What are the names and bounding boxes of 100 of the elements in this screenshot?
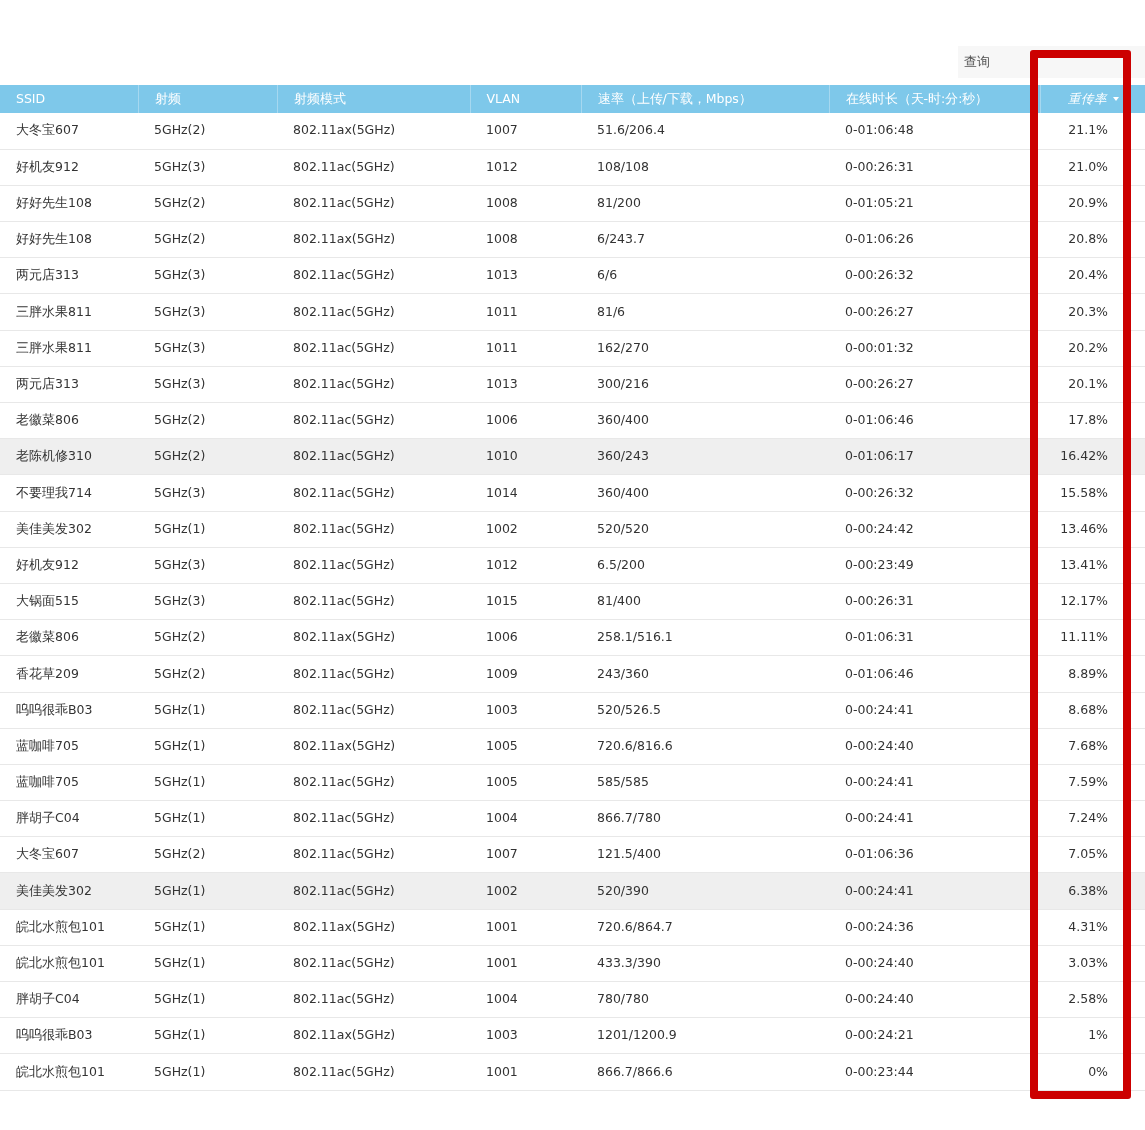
table-cell: 0-00:24:40 — [829, 728, 1040, 765]
table-cell: 老徽菜806 — [0, 402, 138, 439]
table-cell: 0-01:06:46 — [829, 655, 1040, 692]
table-cell: 皖北水煎包101 — [0, 1053, 138, 1091]
table-cell: 5GHz(1) — [138, 728, 277, 765]
column-header[interactable]: SSID — [0, 85, 138, 113]
column-header[interactable]: VLAN — [470, 85, 581, 113]
table-cell: 1006 — [470, 619, 581, 656]
table-cell: 5GHz(3) — [138, 330, 277, 367]
table-cell: 0-01:06:17 — [829, 438, 1040, 475]
table-cell: 1008 — [470, 221, 581, 258]
table-cell: 13.41% — [1040, 547, 1145, 584]
table-cell: 好好先生108 — [0, 185, 138, 222]
table-cell: 520/520 — [581, 511, 829, 548]
table-cell: 20.1% — [1040, 366, 1145, 403]
table-cell: 胖胡子C04 — [0, 800, 138, 837]
table-cell: 15.58% — [1040, 474, 1145, 512]
table-cell: 20.8% — [1040, 221, 1145, 258]
table-cell: 5GHz(1) — [138, 692, 277, 729]
table-cell: 5GHz(3) — [138, 366, 277, 403]
table-cell: 1005 — [470, 728, 581, 765]
table-cell: 360/243 — [581, 438, 829, 475]
table-cell: 520/526.5 — [581, 692, 829, 729]
table-cell: 好机友912 — [0, 149, 138, 186]
table-cell: 0-00:24:36 — [829, 909, 1040, 946]
table-cell: 6/243.7 — [581, 221, 829, 258]
table-cell: 0-00:24:40 — [829, 945, 1040, 982]
table-cell: 0-01:06:46 — [829, 402, 1040, 439]
table-cell: 大锅面515 — [0, 583, 138, 620]
table-cell: 4.31% — [1040, 909, 1145, 946]
table-cell: 1002 — [470, 511, 581, 548]
table-cell: 1001 — [470, 909, 581, 946]
table-cell: 1003 — [470, 1017, 581, 1054]
table-cell: 5GHz(3) — [138, 474, 277, 512]
table-cell: 5GHz(1) — [138, 909, 277, 946]
column-header[interactable]: 在线时长（天-时:分:秒） — [829, 85, 1040, 113]
table-cell: 0-01:06:36 — [829, 836, 1040, 873]
table-cell: 5GHz(2) — [138, 655, 277, 692]
table-cell: 0-00:26:27 — [829, 366, 1040, 403]
table-cell: 0-00:23:44 — [829, 1053, 1040, 1091]
table-cell: 1012 — [470, 149, 581, 186]
table-cell: 802.11ax(5GHz) — [277, 728, 470, 765]
column-header[interactable]: 射频模式 — [277, 85, 470, 113]
table-cell: 0-00:26:32 — [829, 474, 1040, 512]
table-cell: 802.11ac(5GHz) — [277, 800, 470, 837]
table-cell: 5GHz(3) — [138, 257, 277, 294]
table-cell: 蓝咖啡705 — [0, 728, 138, 765]
table-cell: 802.11ac(5GHz) — [277, 836, 470, 873]
table-cell: 5GHz(1) — [138, 1053, 277, 1091]
table-cell: 1013 — [470, 366, 581, 403]
table-cell: 皖北水煎包101 — [0, 909, 138, 946]
table-cell: 5GHz(2) — [138, 619, 277, 656]
table-cell: 802.11ax(5GHz) — [277, 221, 470, 258]
table-cell: 21.1% — [1040, 113, 1145, 150]
table-cell: 866.7/780 — [581, 800, 829, 837]
table-cell: 7.59% — [1040, 764, 1145, 801]
table-cell: 0-00:24:40 — [829, 981, 1040, 1018]
table-cell: 两元店313 — [0, 257, 138, 294]
table-cell: 20.4% — [1040, 257, 1145, 294]
table-cell: 802.11ac(5GHz) — [277, 511, 470, 548]
table-cell: 802.11ac(5GHz) — [277, 1053, 470, 1091]
table-cell: 1004 — [470, 800, 581, 837]
table-cell: 5GHz(3) — [138, 293, 277, 331]
table-cell: 0-00:01:32 — [829, 330, 1040, 367]
table-cell: 81/6 — [581, 293, 829, 331]
table-cell: 0-00:24:21 — [829, 1017, 1040, 1054]
table-cell: 1007 — [470, 113, 581, 150]
table-cell: 三胖水果811 — [0, 330, 138, 367]
table-cell: 8.89% — [1040, 655, 1145, 692]
table-cell: 老陈机修310 — [0, 438, 138, 475]
table-cell: 1001 — [470, 945, 581, 982]
table-cell: 802.11ac(5GHz) — [277, 655, 470, 692]
table-cell: 1% — [1040, 1017, 1145, 1054]
table-cell: 1011 — [470, 293, 581, 331]
column-header[interactable]: 速率（上传/下载，Mbps） — [581, 85, 829, 113]
table-cell: 8.68% — [1040, 692, 1145, 729]
table-cell: 243/360 — [581, 655, 829, 692]
table-cell: 呜呜很乖B03 — [0, 1017, 138, 1054]
table-cell: 802.11ac(5GHz) — [277, 293, 470, 331]
table-cell: 1201/1200.9 — [581, 1017, 829, 1054]
table-cell: 802.11ac(5GHz) — [277, 764, 470, 801]
table-cell: 802.11ac(5GHz) — [277, 945, 470, 982]
table-cell: 720.6/816.6 — [581, 728, 829, 765]
table-cell: 1005 — [470, 764, 581, 801]
table-cell: 不要理我714 — [0, 474, 138, 512]
column-header[interactable]: 重传率 — [1040, 85, 1145, 113]
table-cell: 0-00:24:41 — [829, 800, 1040, 837]
table-cell: 121.5/400 — [581, 836, 829, 873]
table-cell: 162/270 — [581, 330, 829, 367]
table-cell: 585/585 — [581, 764, 829, 801]
table-cell: 大冬宝607 — [0, 113, 138, 150]
table-cell: 802.11ac(5GHz) — [277, 185, 470, 222]
table-cell: 7.24% — [1040, 800, 1145, 837]
table-cell: 0% — [1040, 1053, 1145, 1091]
table-cell: 5GHz(1) — [138, 511, 277, 548]
table-cell: 蓝咖啡705 — [0, 764, 138, 801]
table-cell: 11.11% — [1040, 619, 1145, 656]
table-cell: 皖北水煎包101 — [0, 945, 138, 982]
table-cell: 300/216 — [581, 366, 829, 403]
column-header[interactable]: 射频 — [138, 85, 277, 113]
